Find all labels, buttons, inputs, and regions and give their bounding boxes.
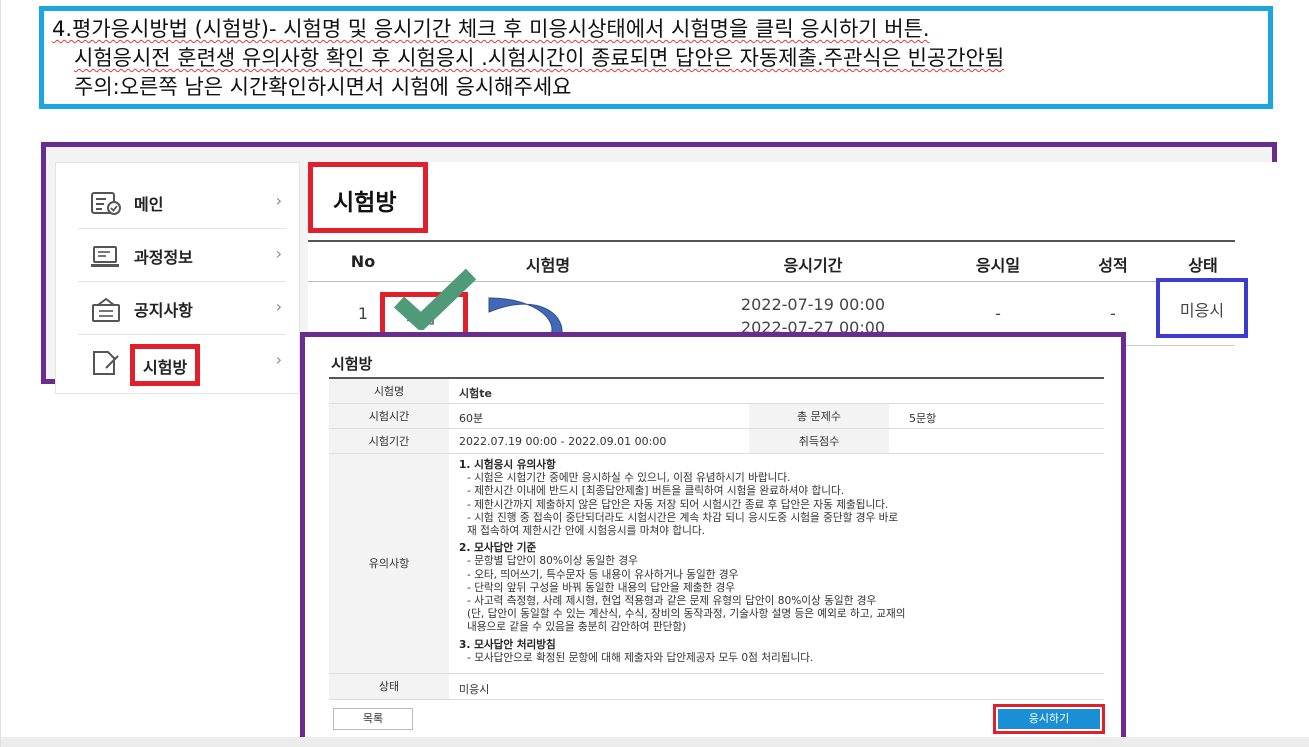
notice-body: 1. 시험응시 유의사항 - 시험은 시험기간 중에만 응시하실 수 있으니, … [459,459,1099,665]
sidebar-item-label: 공지사항 [134,301,193,320]
sidebar-item-notice[interactable]: 공지사항 › [78,283,286,335]
notice-line: 내용으로 같을 수 있음을 충분히 감안하여 판단함) [467,621,687,634]
detail-row-period: 시험기간 2022.07.19 00:00 - 2022.09.01 00:00… [329,429,1104,454]
field-label: 시험시간 [329,404,449,428]
field-label: 시험명 [329,379,449,403]
notice-heading: 3. 모사답안 처리방침 [459,638,556,651]
status-badge: 미응시 [1179,301,1225,320]
field-value: 5문항 [909,412,937,425]
detail-row-status: 상태 미응시 [329,674,1104,700]
instruction-box: 4.평가응시방법 (시험방)- 시험명 및 응시기간 체크 후 미응시상태에서 … [39,6,1273,109]
notice-line: - 모사답안으로 확정된 문항에 대해 제출자와 답안제공자 모두 0점 처리됩… [467,651,814,664]
apply-button-highlight: 응시하기 [993,704,1105,734]
exam-date: - [995,304,1001,323]
field-value: 2022.07.19 00:00 - 2022.09.01 00:00 [459,435,667,448]
detail-row-time: 시험시간 60분 총 문제수 5문항 [329,404,1104,429]
notice-line: - 문항별 답안이 80%이상 동일한 경우 [467,555,638,568]
notice-line: - 단락의 앞뒤 구성을 바꿔 동일한 내용의 답안을 제출한 경우 [467,581,736,594]
sidebar-item-label: 시험방 [130,344,201,386]
monitor-icon [90,244,122,270]
notice-line: - 제한시간 이내에 반드시 [최종답안제출] 버튼을 클릭하여 시험을 완료하… [467,485,845,498]
list-button[interactable]: 목록 [333,708,413,730]
notice-line: - 사고력 측정형, 사례 제시형, 현업 적용형과 같은 문제 유형의 답안이… [467,595,877,608]
column-header-exam-date: 응시일 [975,256,1021,275]
bottom-strip [1,737,1309,747]
notice-line: - 시험 진행 중 접속이 중단되더라도 시험시간은 계속 차감 되니 응시도중… [467,511,899,524]
field-value: 60분 [459,412,484,425]
chevron-right-icon: › [275,244,282,263]
field-value: 시험te [459,387,492,400]
column-header-exam-name: 시험명 [525,256,571,275]
period-start: 2022-07-19 00:00 [740,295,886,314]
column-header-period: 응시기간 [783,256,843,275]
column-header-score: 성적 [1098,256,1128,275]
sidebar-item-exam-room[interactable]: 시험방 › [78,336,286,388]
chevron-right-icon: › [275,191,282,210]
page-title: 시험방 [333,190,397,216]
detail-row-notice: 유의사항 1. 시험응시 유의사항 - 시험은 시험기간 중에만 응시하실 수 … [329,454,1104,674]
field-label: 유의사항 [329,454,449,673]
field-label: 취득점수 [749,429,889,453]
notice-line: 재 접속하여 제한시간 안에 시험응시를 마쳐야 합니다. [467,525,705,538]
sidebar-item-label: 과정정보 [134,248,193,267]
chevron-right-icon: › [275,297,282,316]
detail-title: 시험방 [331,355,373,373]
status-highlight: 미응시 [1156,278,1248,338]
page-title-highlight: 시험방 [308,162,428,233]
edit-document-icon [90,350,122,376]
apply-exam-button[interactable]: 응시하기 [998,709,1100,729]
notice-heading: 1. 시험응시 유의사항 [459,459,556,471]
row-number: 1 [357,304,369,323]
instruction-line-3: 주의:오른쪽 남은 시간확인하시면서 시험에 응시해주세요 [74,75,572,99]
field-value: 미응시 [459,683,490,696]
notice-line: - 시험은 시험기간 중에만 응시하실 수 있으니, 이점 유념하시기 바랍니다… [467,472,791,485]
tutorial-slide: 4.평가응시방법 (시험방)- 시험명 및 응시기간 체크 후 미응시상태에서 … [0,0,1309,747]
field-label: 시험기간 [329,429,449,453]
sidebar: 메인 › 과정정보 › 공지사항 › 시험방 › [55,162,300,394]
dashboard-icon [90,191,122,217]
exam-detail-screenshot: 시험방 시험명 시험te 시험시간 60분 총 문제수 5문항 시험기간 202… [300,332,1126,746]
instruction-line-2: 시험응시전 훈련생 유의사항 확인 후 시험응시 .시험시간이 종료되면 답안은… [74,46,1005,70]
notice-heading: 2. 모사답안 기준 [459,542,537,555]
check-mark-icon [393,268,477,330]
sidebar-item-course-info[interactable]: 과정정보 › [78,230,286,282]
notice-icon [90,297,122,323]
column-header-no: No [350,252,376,271]
notice-line: - 제한시간까지 제출하지 않은 답안은 자동 저장 되어 시험시간 종료 후 … [467,498,889,511]
notice-line: (단, 답안이 동일할 수 있는 계산식, 수식, 장비의 동작과정, 기술사항… [467,608,906,621]
sidebar-item-main[interactable]: 메인 › [78,177,286,229]
field-label: 상태 [329,674,449,699]
detail-row-name: 시험명 시험te [329,379,1104,404]
exam-score: - [1110,304,1116,323]
instruction-line-1: 4.평가응시방법 (시험방)- 시험명 및 응시기간 체크 후 미응시상태에서 … [52,17,930,41]
chevron-right-icon: › [275,350,282,369]
exam-detail-table: 시험명 시험te 시험시간 60분 총 문제수 5문항 시험기간 2022.07… [329,377,1104,700]
notice-line: - 오타, 띄어쓰기, 특수문자 등 내용이 유사하거나 동일한 경우 [467,568,739,581]
column-header-status: 상태 [1188,256,1218,275]
field-label: 총 문제수 [749,404,889,428]
sidebar-item-label: 메인 [134,195,164,214]
